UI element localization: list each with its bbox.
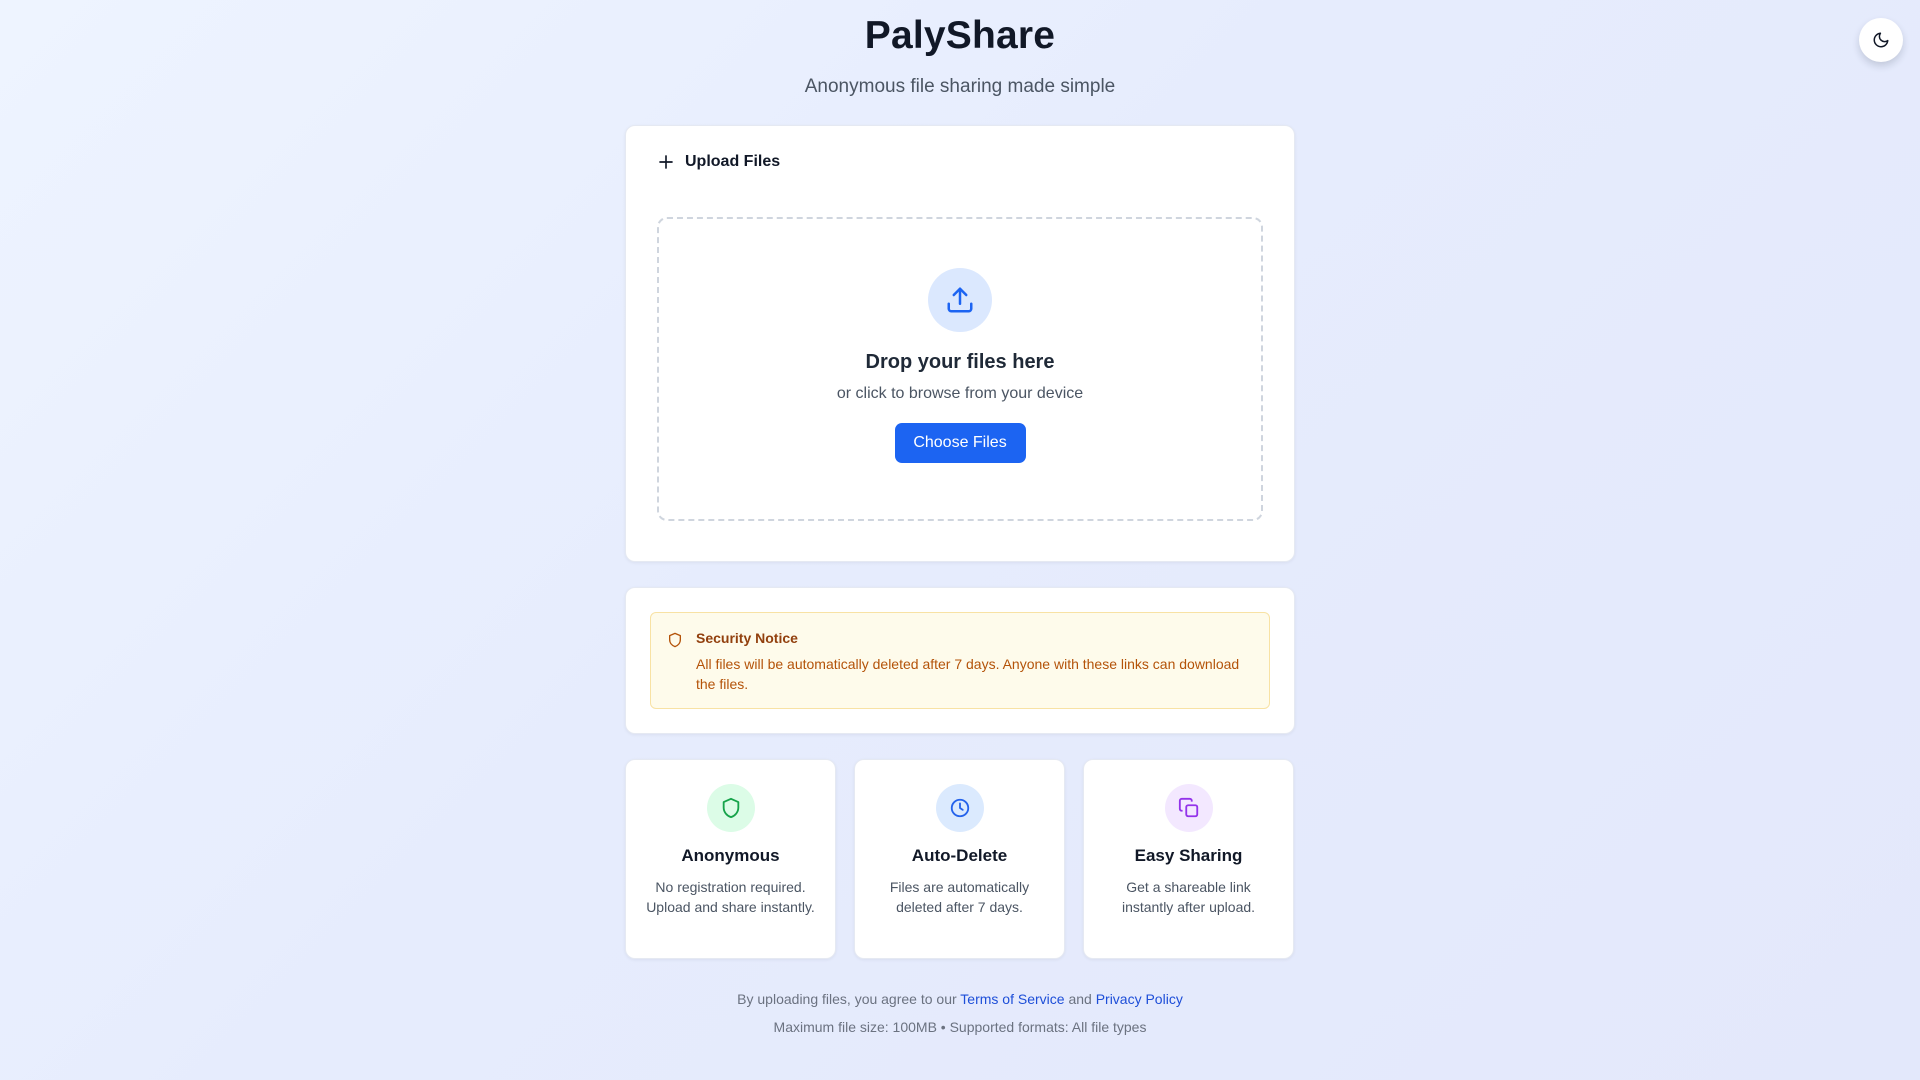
dropzone-subtitle: or click to browse from your device [836,385,1084,402]
app-subtitle: Anonymous file sharing made simple [804,76,1116,97]
feature-card-auto-delete: Auto-Delete Files are automatically dele… [854,759,1065,959]
feature-title: Easy Sharing [1134,846,1243,865]
dropzone-title: Drop your files here [865,351,1055,373]
file-dropzone[interactable]: Drop your files here or click to browse … [657,217,1263,521]
features-row: Anonymous No registration required. Uplo… [625,759,1295,959]
feature-icon-circle [706,784,755,832]
upload-icon-circle [928,268,992,332]
upload-card-title: Upload Files [685,153,781,170]
copy-icon [1178,797,1200,819]
main-content: Upload Files Drop your files here or cli… [625,125,1295,959]
footer-agree-prefix: By uploading files, you agree to our [737,991,957,1007]
feature-description: No registration required. Upload and sha… [646,879,815,915]
footer-limits: Maximum file size: 100MB • Supported for… [773,1019,1147,1035]
page-header: PalyShare Anonymous file sharing made si… [0,0,1920,98]
upload-icon [945,285,975,315]
security-notice-card: Security Notice All files will be automa… [625,587,1295,734]
security-notice-body: Security Notice All files will be automa… [696,630,1253,708]
terms-of-service-link[interactable]: Terms of Service [960,991,1064,1007]
shield-icon [667,632,683,708]
plus-icon [657,153,675,171]
shield-icon [720,797,742,819]
feature-title: Auto-Delete [911,846,1008,865]
moon-icon [1872,31,1890,49]
security-notice-title: Security Notice [696,630,798,646]
choose-files-button[interactable]: Choose Files [894,423,1026,463]
page-footer: By uploading files, you agree to our Ter… [0,989,1920,1037]
footer-and-text: and [1068,991,1092,1007]
feature-description: Get a shareable link instantly after upl… [1121,879,1256,915]
security-notice-text: All files will be automatically deleted … [696,656,1240,692]
feature-title: Anonymous [681,846,780,865]
security-notice: Security Notice All files will be automa… [650,612,1270,709]
privacy-policy-link[interactable]: Privacy Policy [1096,991,1183,1007]
upload-card-header: Upload Files [657,150,1263,174]
feature-card-easy-sharing: Easy Sharing Get a shareable link instan… [1083,759,1294,959]
footer-agreement: By uploading files, you agree to our Ter… [0,989,1920,1009]
upload-card: Upload Files Drop your files here or cli… [625,125,1295,562]
app-title: PalyShare [864,14,1056,57]
theme-toggle-button[interactable] [1859,18,1903,62]
feature-description: Files are automatically deleted after 7 … [889,879,1030,915]
feature-card-anonymous: Anonymous No registration required. Uplo… [625,759,836,959]
clock-icon [949,797,971,819]
feature-icon-circle [935,784,984,832]
feature-icon-circle [1164,784,1213,832]
